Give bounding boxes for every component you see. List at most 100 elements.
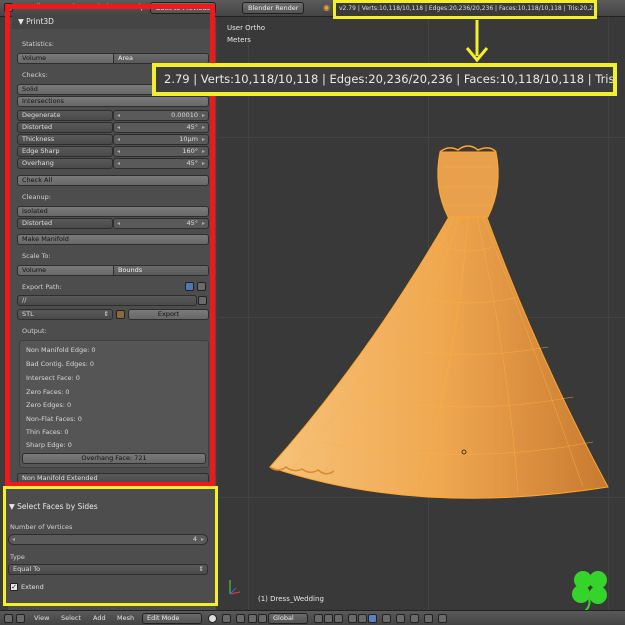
mode-value: Edit Mode	[147, 614, 180, 622]
decrement-icon: ◂	[12, 536, 16, 543]
edge-select-icon[interactable]	[358, 614, 367, 623]
clover-logo-icon	[572, 571, 607, 612]
cleanup-distorted-value-field[interactable]: ◂ 45° ▸	[113, 218, 209, 229]
output-line: Zero Edges: 0	[26, 401, 72, 409]
menu-mesh[interactable]: Mesh	[117, 614, 134, 622]
output-line: Non Manifold Edge: 0	[26, 346, 96, 354]
render-engine-select[interactable]: Blender Render	[242, 2, 304, 14]
layer-icon[interactable]	[334, 614, 343, 623]
type-select[interactable]: Equal To ⇕	[8, 564, 208, 575]
decrement-icon: ◂	[117, 148, 121, 155]
orientation-value: Global	[273, 614, 294, 622]
occlude-geometry-icon[interactable]	[382, 614, 391, 623]
scale-volume-button[interactable]: Volume	[18, 266, 113, 275]
collapse-arrow-icon: ▼	[18, 17, 27, 26]
file-browser-icon[interactable]	[198, 296, 207, 305]
degenerate-button[interactable]: Degenerate	[17, 110, 113, 121]
face-select-icon[interactable]	[368, 614, 377, 623]
vertex-select-icon[interactable]	[348, 614, 357, 623]
viewport-type-icon[interactable]	[4, 614, 13, 623]
translate-icon[interactable]	[248, 614, 257, 623]
orientation-select[interactable]: Global	[268, 613, 308, 624]
cleanup-label: Cleanup:	[22, 193, 51, 201]
bounds-button[interactable]: Bounds	[113, 266, 208, 275]
render-icon[interactable]	[438, 614, 447, 623]
menu-view[interactable]: View	[34, 614, 49, 622]
distorted-value-field[interactable]: ◂ 45° ▸	[113, 122, 209, 133]
viewport-header-bar: View Select Add Mesh Edit Mode Global	[0, 610, 625, 625]
menu-select[interactable]: Select	[61, 614, 81, 622]
degenerate-value-field[interactable]: ◂ 0.00010 ▸	[113, 110, 209, 121]
back-to-previous-button[interactable]: Back to Previous	[150, 2, 216, 14]
overhang-face-button[interactable]: Overhang Face: 721	[22, 453, 206, 464]
type-value: Equal To	[13, 565, 41, 573]
scene-statistics: v2.79 | Verts:10,118/10,118 | Edges:20,2…	[336, 1, 596, 17]
thickness-button[interactable]: Thickness	[17, 134, 113, 145]
dress-mesh[interactable]	[218, 17, 625, 610]
overhang-value-field[interactable]: ◂ 45° ▸	[113, 158, 209, 169]
dropdown-arrows-icon: ⇕	[198, 565, 204, 573]
decrement-icon: ◂	[117, 112, 121, 119]
rotate-icon[interactable]	[258, 614, 267, 623]
thickness-value-field[interactable]: ◂ 10μm ▸	[113, 134, 209, 145]
increment-icon: ▸	[201, 148, 205, 155]
dress-bodice	[437, 151, 499, 218]
volume-button[interactable]: Volume	[18, 54, 113, 63]
eyedropper-icon[interactable]	[185, 282, 194, 291]
make-manifold-button[interactable]: Make Manifold	[17, 234, 209, 245]
area-button[interactable]: Area	[113, 54, 208, 63]
menu-toggle-icon[interactable]	[16, 614, 25, 623]
distorted-value: 45°	[186, 123, 198, 131]
output-line: Non-Flat Faces: 0	[26, 415, 82, 423]
redo-panel-header[interactable]: ▼ Select Faces by Sides	[9, 502, 98, 511]
dress-skirt	[269, 214, 609, 499]
export-button[interactable]: Export	[128, 309, 209, 320]
number-of-vertices-field[interactable]: ◂ 4 ▸	[8, 534, 208, 545]
panel-options-icon[interactable]	[197, 282, 206, 291]
snap-element-icon[interactable]	[424, 614, 433, 623]
cleanup-distorted-value: 45°	[186, 219, 198, 227]
menu-add[interactable]: Add	[93, 614, 106, 622]
print3d-panel-header[interactable]: ▼ Print3D	[12, 15, 210, 29]
pivot-icon[interactable]	[222, 614, 231, 623]
menu-render[interactable]: Render	[57, 3, 82, 11]
export-path-field[interactable]: //	[17, 295, 197, 306]
extend-checkbox[interactable]: ✓	[10, 583, 18, 591]
shading-icon[interactable]	[208, 614, 217, 623]
export-format-select[interactable]: STL ⇕	[17, 309, 113, 320]
edge-sharp-button[interactable]: Edge Sharp	[17, 146, 113, 157]
dropdown-arrows-icon: ⇕	[103, 310, 109, 318]
manipulator-icon[interactable]	[236, 614, 245, 623]
non-manifold-extended-panel[interactable]: Non Manifold Extended	[17, 473, 209, 484]
editor-type-icon[interactable]	[4, 3, 13, 12]
menu-file[interactable]: File	[33, 3, 45, 11]
decrement-icon: ◂	[117, 160, 121, 167]
menu-help[interactable]: Help	[129, 3, 145, 11]
edge-sharp-value-field[interactable]: ◂ 160° ▸	[113, 146, 209, 157]
checks-label: Checks:	[22, 71, 48, 79]
mode-select[interactable]: Edit Mode	[142, 613, 202, 624]
increment-icon: ▸	[200, 536, 204, 543]
increment-icon: ▸	[201, 124, 205, 131]
decrement-icon: ◂	[117, 136, 121, 143]
output-line: Zero Faces: 0	[26, 388, 70, 396]
scale-to-buttons: Volume Bounds	[17, 265, 209, 276]
layer-icon[interactable]	[324, 614, 333, 623]
collapse-arrow-icon: ▼	[9, 502, 18, 511]
increment-icon: ▸	[201, 220, 205, 227]
intersections-button[interactable]: Intersections	[17, 96, 209, 107]
check-all-button[interactable]: Check All	[17, 175, 209, 186]
output-line: Bad Contig. Edges: 0	[26, 360, 95, 368]
snap-icon[interactable]	[410, 614, 419, 623]
cleanup-distorted-button[interactable]: Distorted	[17, 218, 113, 229]
increment-icon: ▸	[201, 136, 205, 143]
increment-icon: ▸	[201, 112, 205, 119]
proportional-edit-icon[interactable]	[396, 614, 405, 623]
output-line: Thin Faces: 0	[26, 428, 69, 436]
decrement-icon: ◂	[117, 220, 121, 227]
menu-window[interactable]: Window	[91, 3, 119, 11]
distorted-button[interactable]: Distorted	[17, 122, 113, 133]
layer-icon[interactable]	[314, 614, 323, 623]
overhang-button[interactable]: Overhang	[17, 158, 113, 169]
isolated-button[interactable]: Isolated	[17, 206, 209, 217]
